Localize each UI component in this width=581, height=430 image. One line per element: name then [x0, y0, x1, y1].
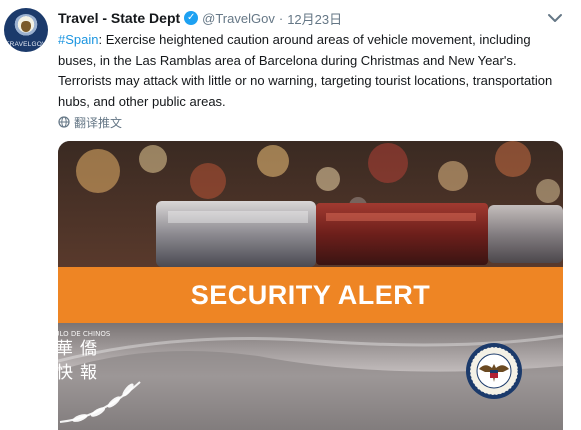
translate-label: 翻译推文 — [74, 115, 123, 130]
avatar[interactable]: TRAVELGOV — [4, 8, 48, 52]
watermark-char-2: 僑 — [80, 339, 97, 359]
us-department-of-state-seal-icon — [466, 343, 522, 399]
watermark-char-3: 快 — [56, 363, 73, 383]
security-alert-banner: SECURITY ALERT — [58, 267, 563, 323]
tweet-header: Travel - State Dept ✓ @TravelGov · 12月23… — [58, 9, 342, 27]
separator-dot: · — [278, 10, 284, 26]
tweet-timestamp[interactable]: 12月23日 — [287, 9, 342, 28]
globe-icon — [58, 116, 70, 128]
chevron-down-icon[interactable] — [547, 12, 563, 24]
tweet-text: #Spain: Exercise heightened caution arou… — [58, 30, 568, 112]
verified-badge-icon: ✓ — [184, 11, 199, 25]
avatar-caption: TRAVELGOV — [5, 41, 47, 48]
user-handle[interactable]: @TravelGov — [202, 11, 275, 26]
display-name[interactable]: Travel - State Dept — [58, 10, 180, 26]
banner-text: SECURITY ALERT — [190, 280, 431, 310]
state-dept-seal-icon — [13, 14, 39, 40]
watermark-char-4: 報 — [80, 363, 97, 383]
tweet-body: : Exercise heightened caution around are… — [58, 32, 553, 109]
watermark-arc-text: CIRCULO DE CHINOS — [38, 330, 111, 338]
huaqiao-kuaibao-watermark: 華 僑 快 報 CIRCULO DE CHINOS — [22, 330, 141, 423]
watermark-char-1: 華 — [56, 339, 73, 359]
hashtag-link[interactable]: #Spain — [58, 32, 98, 47]
translate-tweet-link[interactable]: 翻译推文 — [58, 114, 122, 130]
